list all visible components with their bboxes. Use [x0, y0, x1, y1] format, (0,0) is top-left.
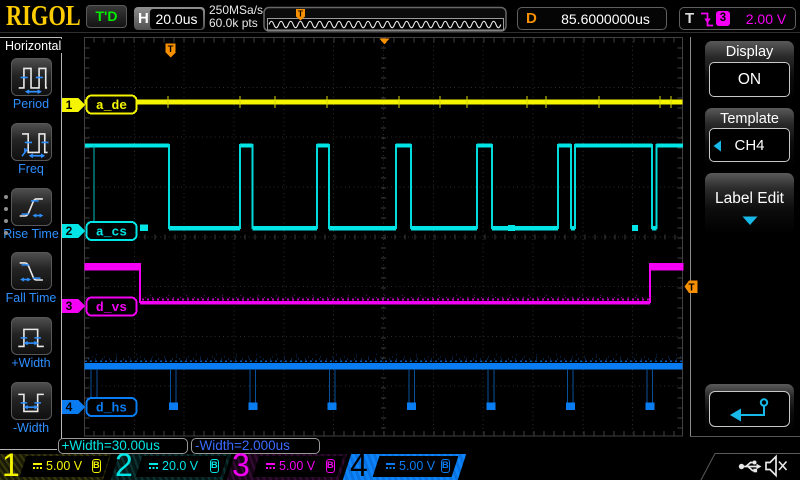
- svg-text:T: T: [688, 283, 694, 294]
- svg-text:a_de: a_de: [96, 98, 127, 113]
- svg-text:d_hs: d_hs: [96, 401, 127, 416]
- svg-text:1: 1: [66, 98, 73, 112]
- svg-text:4: 4: [66, 400, 73, 414]
- svg-text:3: 3: [66, 299, 73, 313]
- svg-text:a_cs: a_cs: [96, 225, 127, 240]
- svg-text:T: T: [168, 44, 174, 55]
- svg-text:2: 2: [66, 224, 73, 238]
- svg-text:d_vs: d_vs: [96, 300, 127, 315]
